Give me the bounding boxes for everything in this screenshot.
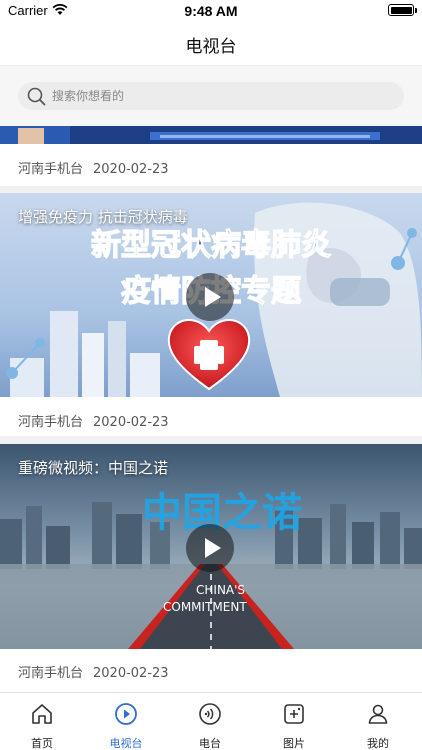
video-card[interactable]: 新型冠状病毒肺炎 疫情防控专题 增强免疫力 抗击冠状病毒 河南手机台2020-0… bbox=[0, 193, 422, 436]
play-icon bbox=[205, 287, 221, 307]
tab-radio[interactable]: 电台 bbox=[168, 693, 252, 750]
video-title: 增强免疫力 抗击冠状病毒 bbox=[18, 208, 188, 226]
tab-label: 电台 bbox=[199, 737, 221, 750]
video-feed[interactable]: 河南手机台 2020-02-23 新型冠状病毒肺炎 增强免疫力 抗击冠状病毒 河… bbox=[0, 126, 422, 692]
play-circle-icon bbox=[115, 703, 137, 725]
search-area bbox=[0, 66, 422, 126]
tab-label: 我的 bbox=[367, 737, 389, 750]
video-meta: 河南手机台 2020-02-23 bbox=[18, 158, 169, 177]
tab-tv[interactable]: 电视台 bbox=[84, 693, 168, 750]
poster-caption-2: COMMITMENT bbox=[163, 600, 247, 614]
tab-label: 首页 bbox=[31, 737, 53, 750]
video-card[interactable]: 中国之诺 CHINA'S COMMITMENT 重磅微视频：中国之诺 河南手机台… bbox=[0, 444, 422, 692]
video-source: 河南手机台 bbox=[18, 162, 84, 177]
radio-icon bbox=[199, 703, 221, 725]
play-icon bbox=[205, 538, 221, 558]
status-time: 9:48 AM bbox=[184, 3, 238, 19]
video-source: 河南手机台 bbox=[18, 415, 84, 430]
tab-label: 电视台 bbox=[109, 737, 143, 750]
video-title: 重磅微视频：中国之诺 bbox=[18, 459, 169, 477]
search-icon bbox=[27, 87, 46, 106]
video-card[interactable]: 河南手机台 2020-02-23 bbox=[0, 126, 422, 186]
nav-bar: 电视台 bbox=[0, 22, 422, 66]
battery-tip bbox=[415, 8, 417, 13]
tab-label: 图片 bbox=[283, 737, 305, 750]
video-date: 2020-02-23 bbox=[93, 415, 169, 430]
tab-bar: 首页 电视台 电台 图片 我的 bbox=[0, 692, 422, 750]
page-title: 电视台 bbox=[185, 37, 237, 57]
search-input[interactable] bbox=[52, 82, 392, 110]
battery-icon bbox=[388, 4, 414, 16]
search-box[interactable] bbox=[18, 82, 404, 110]
video-meta: 河南手机台 2020-02-23 bbox=[18, 662, 169, 681]
profile-icon bbox=[368, 704, 388, 724]
tab-profile[interactable]: 我的 bbox=[336, 693, 420, 750]
home-icon bbox=[32, 704, 52, 724]
poster-caption: CHINA'S bbox=[196, 583, 245, 597]
status-bar: Carrier 9:48 AM bbox=[0, 0, 422, 22]
play-button[interactable] bbox=[186, 273, 234, 321]
video-date: 2020-02-23 bbox=[93, 162, 169, 177]
video-thumbnail[interactable] bbox=[0, 126, 422, 144]
image-icon bbox=[284, 704, 304, 724]
video-source: 河南手机台 bbox=[18, 666, 84, 681]
poster-headline: 新型冠状病毒肺炎 bbox=[91, 228, 331, 263]
tab-home[interactable]: 首页 bbox=[0, 693, 84, 750]
video-meta: 河南手机台 2020-02-23 bbox=[18, 411, 169, 430]
tab-pictures[interactable]: 图片 bbox=[252, 693, 336, 750]
video-date: 2020-02-23 bbox=[93, 666, 169, 681]
play-button[interactable] bbox=[186, 524, 234, 572]
